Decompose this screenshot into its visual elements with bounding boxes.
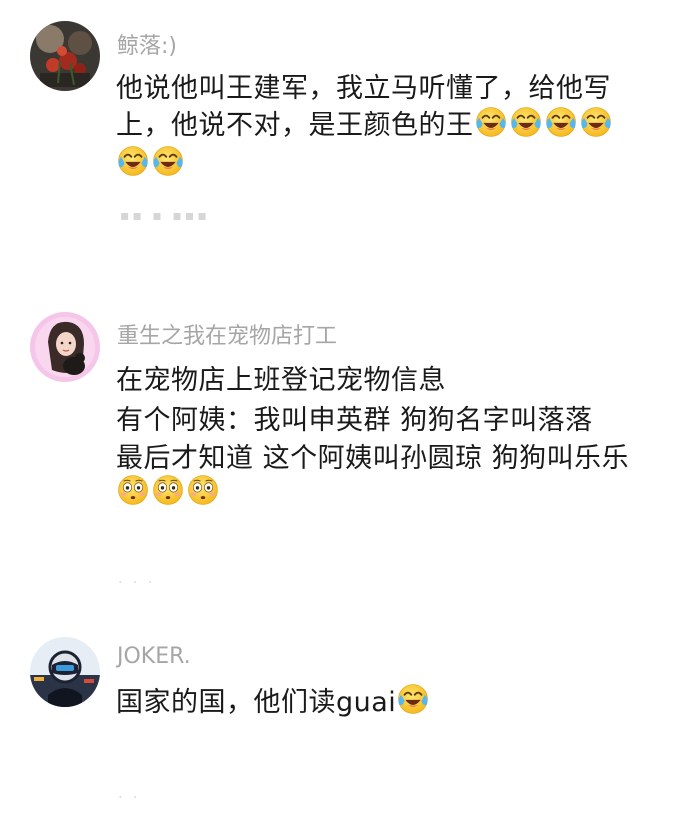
faded-meta: · · ·: [118, 575, 156, 591]
comment-item: 鲸落:) 他说他叫王建军，我立马听懂了，给他写 上，他说不对，是王颜色的王 ▪▪…: [0, 0, 690, 260]
comment-text-line: 在宠物店上班登记宠物信息: [116, 365, 446, 396]
crying-laughing-icon: [544, 105, 578, 139]
faded-meta: · ·: [118, 790, 141, 806]
comment-list: 鲸落:) 他说他叫王建军，我立马听懂了，给他写 上，他说不对，是王颜色的王 ▪▪…: [0, 0, 690, 818]
flushed-face-icon: [116, 473, 150, 507]
crying-laughing-icon: [396, 682, 430, 716]
comment-text: 国家的国，他们读guai: [116, 687, 397, 718]
comment-text-line: 有个阿姨：我叫申英群 狗狗名字叫落落: [116, 405, 593, 436]
emoji-row: [116, 473, 221, 509]
avatar[interactable]: [30, 21, 100, 91]
comment-text-line: 国家的国，他们读guai: [116, 680, 431, 719]
avatar[interactable]: [30, 637, 100, 707]
emoji-row: [116, 144, 186, 180]
flushed-face-icon: [186, 473, 220, 507]
faded-meta: ▪▪ ▪ ▪▪▪: [120, 208, 210, 224]
flushed-face-icon: [151, 473, 185, 507]
crying-laughing-icon: [474, 105, 508, 139]
username[interactable]: JOKER.: [117, 644, 191, 669]
comment-text: 上，他说不对，是王颜色的王: [116, 110, 474, 141]
crying-laughing-icon: [509, 105, 543, 139]
crying-laughing-icon: [151, 144, 185, 178]
crying-laughing-icon: [116, 144, 150, 178]
comment-text-line: 最后才知道 这个阿姨叫孙圆琼 狗狗叫乐乐: [116, 443, 630, 474]
username[interactable]: 重生之我在宠物店打工: [117, 318, 337, 350]
avatar[interactable]: [30, 312, 100, 382]
comment-text-line: 他说他叫王建军，我立马听懂了，给他写: [116, 73, 611, 104]
username[interactable]: 鲸落:): [117, 28, 177, 60]
crying-laughing-icon: [579, 105, 613, 139]
comment-text-line: 上，他说不对，是王颜色的王: [116, 103, 614, 142]
